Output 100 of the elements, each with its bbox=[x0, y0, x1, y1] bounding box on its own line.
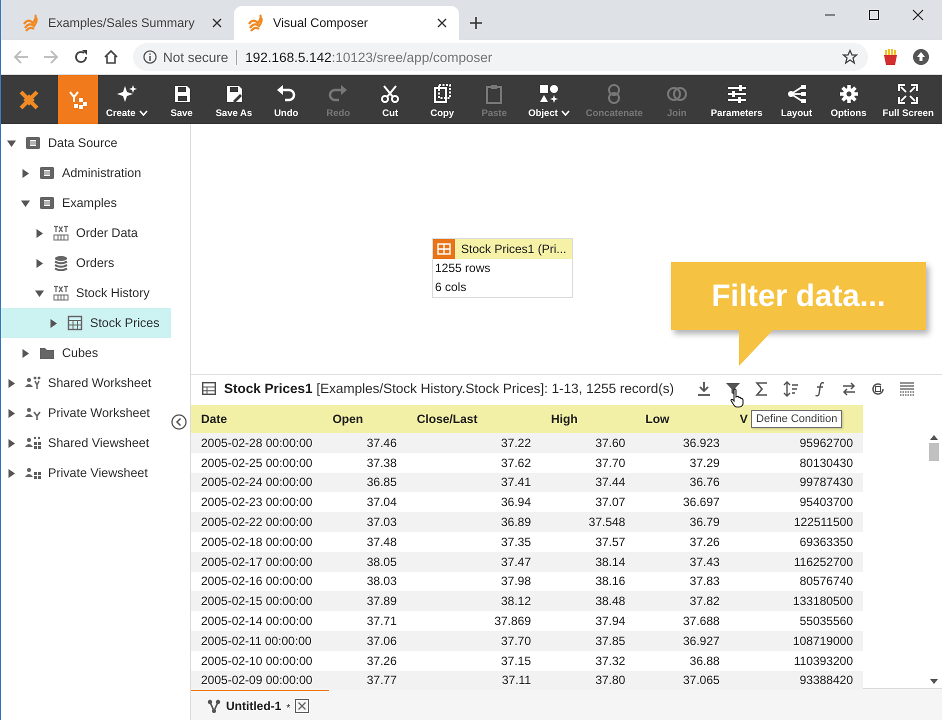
table-cell: 69363350 bbox=[730, 532, 863, 552]
table-cell: 37.35 bbox=[406, 532, 542, 552]
tree-item[interactable]: Orders bbox=[1, 248, 171, 278]
table-cell: 37.70 bbox=[541, 452, 636, 473]
table-cell: 37.94 bbox=[541, 611, 636, 631]
table-cell: 37.32 bbox=[541, 650, 636, 671]
tree-item[interactable]: Private Worksheet bbox=[1, 398, 171, 428]
table-cell: 37.80 bbox=[541, 670, 636, 690]
table-cell: 36.85 bbox=[322, 472, 407, 492]
table-cell: 37.85 bbox=[541, 630, 636, 651]
table-cell: 95403700 bbox=[730, 492, 863, 512]
table-cell: 37.44 bbox=[541, 472, 636, 492]
tree-item[interactable]: Stock History bbox=[1, 278, 171, 308]
table-cell: 80130430 bbox=[730, 452, 863, 473]
node-info: 1255 rows bbox=[434, 260, 492, 277]
table-cell: 37.06 bbox=[322, 630, 407, 651]
table-cell: 36.923 bbox=[635, 433, 730, 453]
url-text: 192.168.5.142:10123/sree/app/composer bbox=[244, 50, 492, 64]
tooltip: Define Condition bbox=[751, 410, 842, 428]
address-field[interactable]: Not secure 192.168.5.142:10123/sree/app/composer bbox=[133, 43, 868, 71]
security-label: Not secure bbox=[163, 50, 238, 64]
column-header[interactable]: Date bbox=[191, 405, 322, 433]
toolbar-button[interactable]: Copy bbox=[420, 75, 464, 124]
table-cell: 37.47 bbox=[406, 552, 542, 572]
table-cell: 116252700 bbox=[730, 552, 863, 572]
table-cell: 37.38 bbox=[322, 452, 407, 473]
table-cell: 37.46 bbox=[322, 433, 407, 453]
column-header[interactable]: High bbox=[541, 405, 636, 433]
column-header[interactable]: Open bbox=[322, 405, 407, 433]
tree-item[interactable]: Examples bbox=[1, 188, 171, 218]
toolbar-button[interactable]: Parameters bbox=[706, 75, 767, 124]
table-cell: 80576740 bbox=[730, 572, 863, 592]
table-cell: 37.70 bbox=[406, 630, 542, 651]
toolbar-button[interactable]: Save As bbox=[212, 75, 256, 124]
table-cell: 2005-02-16 00:00:00 bbox=[191, 572, 322, 592]
table-cell: 37.98 bbox=[406, 572, 542, 592]
tree-item[interactable]: Shared Worksheet bbox=[1, 368, 171, 398]
worksheet-tab[interactable]: Untitled-1 * bbox=[191, 688, 329, 720]
tree-item[interactable]: Order Data bbox=[1, 218, 171, 248]
table-cell: 36.76 bbox=[635, 472, 730, 492]
table-cell: 95962700 bbox=[730, 433, 863, 453]
table-node[interactable]: Stock Prices1 (Pri... 1255 rows 6 cols bbox=[432, 238, 573, 298]
browser-tab[interactable]: Examples/Sales Summary bbox=[9, 6, 234, 40]
table-cell: 2005-02-09 00:00:00 bbox=[191, 670, 322, 690]
table-cell: 37.71 bbox=[322, 611, 407, 631]
column-header[interactable]: Low bbox=[635, 405, 730, 433]
table-cell: 37.869 bbox=[406, 611, 542, 631]
table-cell: 122511500 bbox=[730, 512, 863, 532]
table-cell: 37.82 bbox=[635, 591, 730, 612]
table-cell: 110393200 bbox=[730, 650, 863, 671]
toolbar-button[interactable]: Save bbox=[160, 75, 204, 124]
table-cell: 2005-02-23 00:00:00 bbox=[191, 492, 322, 512]
table-cell: 2005-02-11 00:00:00 bbox=[191, 630, 322, 651]
table-cell: 37.15 bbox=[406, 650, 542, 671]
table-cell: 37.26 bbox=[635, 532, 730, 552]
table-cell: 108719000 bbox=[730, 630, 863, 651]
table-cell: 37.43 bbox=[635, 552, 730, 572]
tree-item[interactable]: Data Source bbox=[1, 128, 171, 158]
table-cell: 38.48 bbox=[541, 591, 636, 612]
table-cell: 2005-02-10 00:00:00 bbox=[191, 650, 322, 671]
tree-item[interactable]: Shared Viewsheet bbox=[1, 428, 171, 458]
table-cell: 2005-02-22 00:00:00 bbox=[191, 512, 322, 532]
toolbar-button[interactable]: Full Screen bbox=[878, 75, 938, 124]
table-cell: 55035560 bbox=[730, 611, 863, 631]
toolbar-button[interactable]: Create bbox=[102, 75, 152, 124]
table-cell: 38.03 bbox=[322, 572, 407, 592]
table-cell: 37.57 bbox=[541, 532, 636, 552]
tree-item[interactable]: Stock Prices bbox=[1, 308, 171, 338]
table-cell: 2005-02-25 00:00:00 bbox=[191, 452, 322, 473]
table-cell: 133180500 bbox=[730, 591, 863, 612]
callout-text: Filter data... bbox=[712, 278, 886, 314]
tree-item[interactable]: Cubes bbox=[1, 338, 171, 368]
table-cell: 37.89 bbox=[322, 591, 407, 612]
toolbar-button[interactable]: Undo bbox=[264, 75, 308, 124]
table-cell: 99787430 bbox=[730, 472, 863, 492]
tree-item[interactable]: Administration bbox=[1, 158, 171, 188]
table-cell: 37.60 bbox=[541, 433, 636, 453]
table-cell: 37.26 bbox=[322, 650, 407, 671]
table-cell: 36.697 bbox=[635, 492, 730, 512]
column-header[interactable]: Close/Last bbox=[406, 405, 542, 433]
table-cell: 2005-02-15 00:00:00 bbox=[191, 591, 322, 612]
table-cell: 37.48 bbox=[322, 532, 407, 552]
table-cell: 2005-02-24 00:00:00 bbox=[191, 472, 322, 492]
table-cell: 36.79 bbox=[635, 512, 730, 532]
table-cell: 37.29 bbox=[635, 452, 730, 473]
table-cell: 37.22 bbox=[406, 433, 542, 453]
table-cell: 38.05 bbox=[322, 552, 407, 572]
table-cell: 2005-02-17 00:00:00 bbox=[191, 552, 322, 572]
table-cell: 38.16 bbox=[541, 572, 636, 592]
table-cell: 37.688 bbox=[635, 611, 730, 631]
table-cell: 37.62 bbox=[406, 452, 542, 473]
toolbar-button[interactable]: Layout bbox=[774, 75, 819, 124]
toolbar-button[interactable]: Options bbox=[826, 75, 871, 124]
table-cell: 38.14 bbox=[541, 552, 636, 572]
table-cell: 37.07 bbox=[541, 492, 636, 512]
toolbar-button[interactable]: Cut bbox=[368, 75, 412, 124]
browser-tab[interactable]: Visual Composer bbox=[234, 6, 459, 40]
table-cell: 37.83 bbox=[635, 572, 730, 592]
tree-item[interactable]: Private Viewsheet bbox=[1, 458, 171, 488]
toolbar-button[interactable]: Object bbox=[524, 75, 574, 124]
